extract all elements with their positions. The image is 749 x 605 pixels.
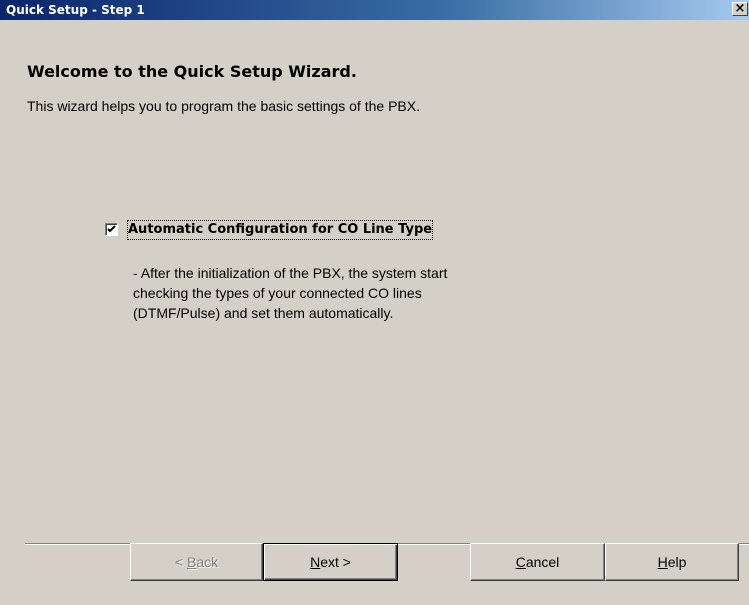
help-button-mnemonic: H [657,554,668,570]
next-button[interactable]: Next > [263,543,398,581]
help-button-label: elp [667,554,687,570]
quick-setup-dialog: Quick Setup - Step 1 × Welcome to the Qu… [0,0,749,605]
auto-config-description: - After the initialization of the PBX, t… [133,263,447,323]
description-line: checking the types of your connected CO … [133,285,422,301]
next-button-mnemonic: N [310,554,321,570]
auto-config-label[interactable]: Automatic Configuration for CO Line Type [127,220,434,240]
back-button-label: ack [196,554,219,570]
next-button-label: ext > [320,554,351,570]
description-line: (DTMF/Pulse) and set them automatically. [133,305,394,321]
checkmark-icon [107,225,116,233]
help-button[interactable]: Help [605,543,739,581]
back-button-mnemonic: B [186,554,197,570]
back-button-prefix: < [174,554,187,570]
back-button[interactable]: < Back [130,543,263,581]
close-button[interactable]: × [732,2,748,16]
wizard-heading: Welcome to the Quick Setup Wizard. [27,62,357,81]
cancel-button[interactable]: Cancel [470,543,605,581]
auto-config-checkbox[interactable] [105,223,118,236]
cancel-button-mnemonic: C [515,554,526,570]
cancel-button-label: ancel [525,554,560,570]
close-icon: × [734,1,746,16]
window-title: Quick Setup - Step 1 [6,3,145,17]
wizard-subtext: This wizard helps you to program the bas… [27,98,420,114]
title-bar[interactable]: Quick Setup - Step 1 × [0,0,749,20]
description-line: - After the initialization of the PBX, t… [133,265,448,281]
